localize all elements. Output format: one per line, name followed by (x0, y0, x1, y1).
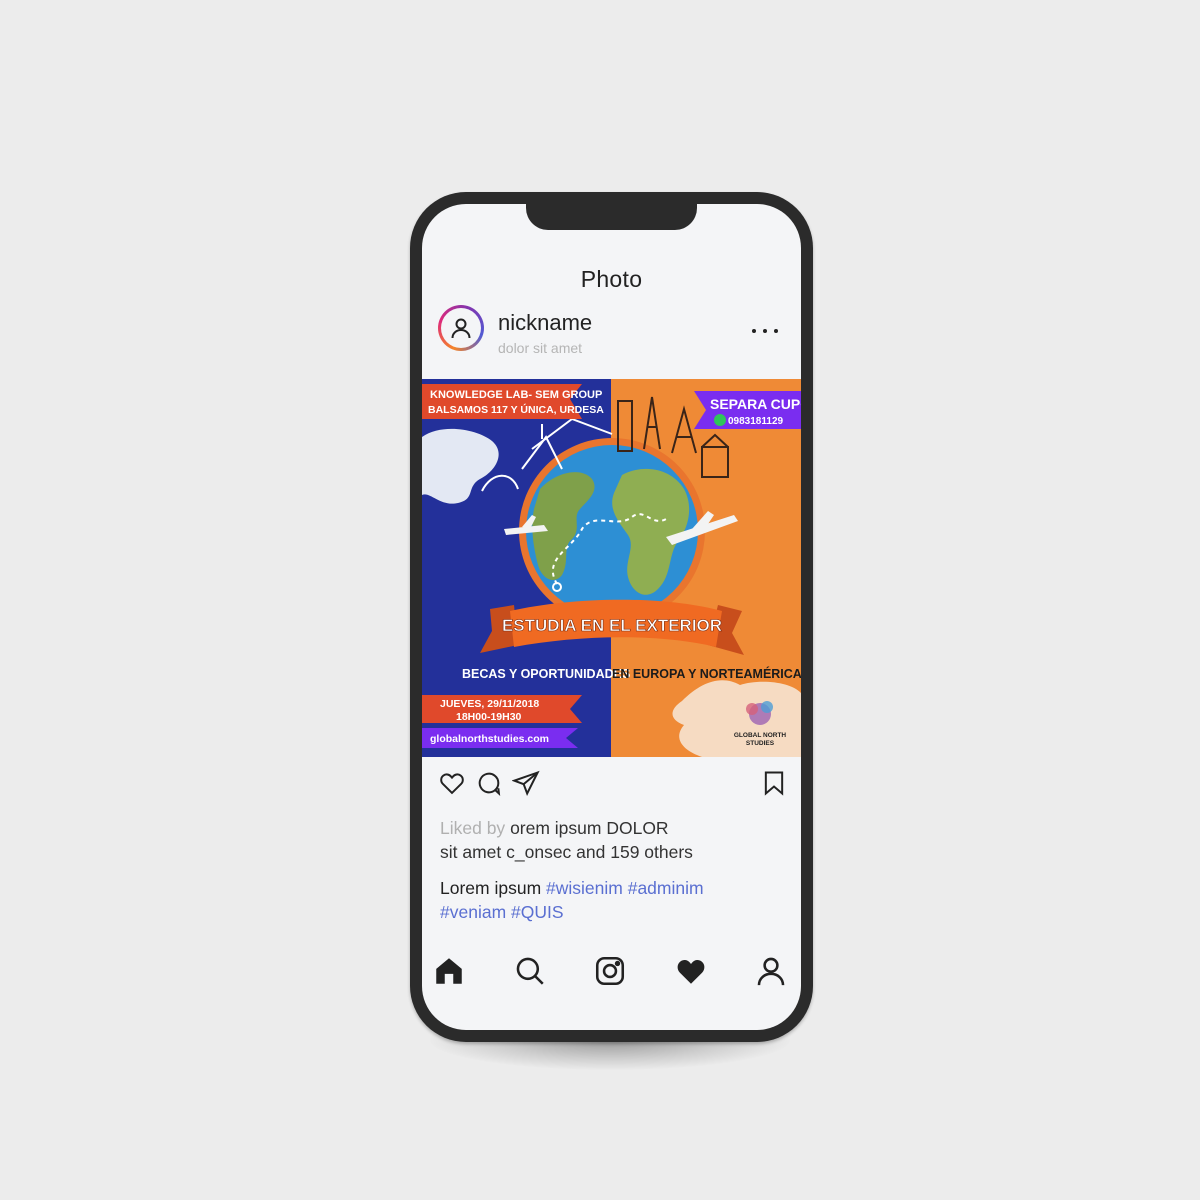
likes-prefix: Liked by (440, 818, 506, 838)
post-subline-right: EN EUROPA Y NORTEAMÉRICA (612, 666, 801, 681)
post-image[interactable]: KNOWLEDGE LAB- SEM GROUP BALSAMOS 117 Y … (422, 379, 801, 757)
post-nickname[interactable]: nickname (498, 310, 592, 336)
post-logo-line2: STUDIES (746, 740, 775, 747)
post-subline-left: BECAS Y OPORTUNIDADES (462, 667, 630, 681)
search-icon[interactable] (513, 954, 547, 988)
phone-screen: Photo nickname dolor sit amet KNOWLEDGE … (422, 204, 801, 1030)
post-top-right-title: SEPARA CUPO (710, 396, 801, 412)
likes-text: Liked by orem ipsum DOLOR sit amet c_ons… (440, 816, 780, 864)
likes-count[interactable]: sit amet c_onsec and 159 others (440, 842, 693, 862)
home-icon[interactable] (432, 954, 466, 988)
user-icon (441, 308, 481, 348)
screen-title: Photo (580, 266, 643, 292)
heart-filled-icon[interactable] (674, 954, 708, 988)
post-date: JUEVES, 29/11/2018 (440, 698, 539, 710)
bookmark-icon[interactable] (760, 769, 788, 797)
whatsapp-icon (714, 414, 726, 426)
comment-icon[interactable] (475, 769, 503, 797)
post-top-left-line2: BALSAMOS 117 Y ÚNICA, URDESA (428, 403, 604, 416)
post-top-right-phone: 0983181129 (728, 416, 784, 427)
caption-hashtags-line1[interactable]: #wisienim #adminim (546, 878, 704, 898)
avatar[interactable] (438, 305, 484, 351)
post-banner-text: ESTUDIA EN EL EXTERIOR (502, 616, 722, 635)
post-website: globalnorthstudies.com (430, 733, 549, 745)
post-actions (438, 769, 790, 799)
post-location: dolor sit amet (498, 340, 583, 356)
post-top-left-line1: KNOWLEDGE LAB- SEM GROUP (430, 389, 602, 401)
phone-frame: Photo nickname dolor sit amet KNOWLEDGE … (410, 192, 813, 1042)
profile-icon[interactable] (754, 954, 788, 988)
post-time: 18H00-19H30 (456, 711, 522, 723)
phone-notch (526, 204, 697, 230)
likes-names[interactable]: orem ipsum DOLOR (510, 818, 669, 838)
caption-hashtags-line2[interactable]: #veniam #QUIS (440, 902, 564, 922)
post-logo-line1: GLOBAL NORTH (734, 732, 787, 739)
send-icon[interactable] (511, 769, 540, 797)
more-dots-icon[interactable] (752, 324, 778, 338)
post-caption: Lorem ipsum #wisienim #adminim #veniam #… (440, 876, 780, 924)
instagram-camera-icon[interactable] (593, 954, 627, 988)
bottom-tab-bar (422, 954, 801, 994)
caption-text: Lorem ipsum (440, 878, 542, 898)
heart-outline-icon[interactable] (438, 769, 466, 797)
